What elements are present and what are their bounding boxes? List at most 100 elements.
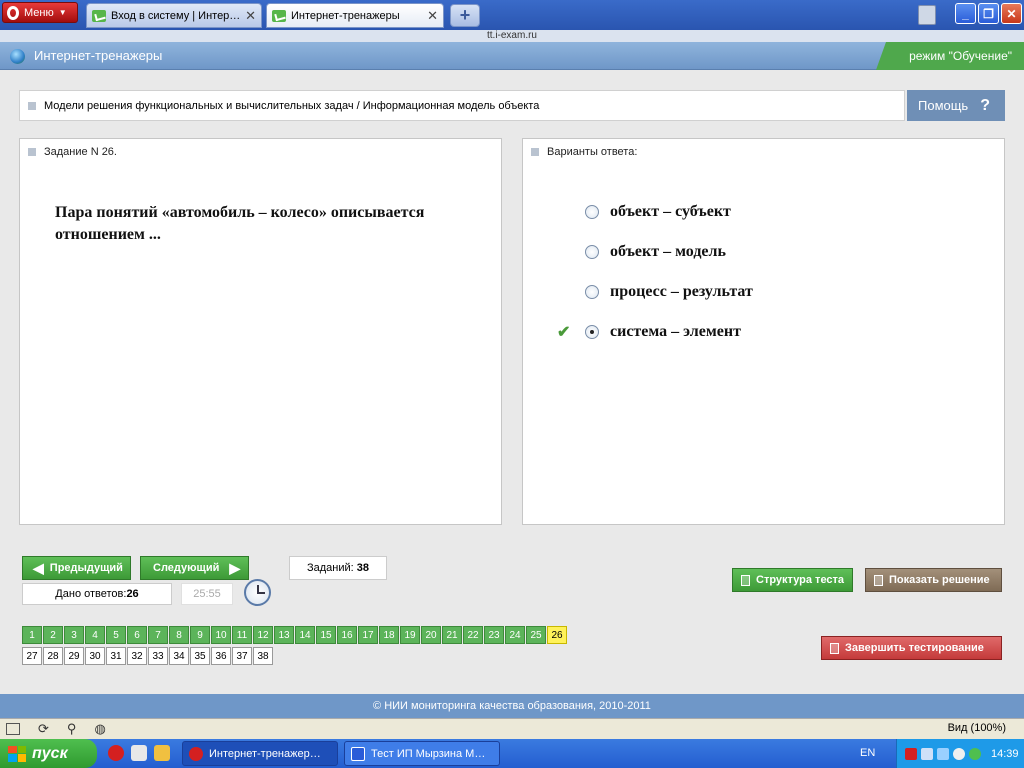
tasks-count-box: Заданий: 38 bbox=[289, 556, 387, 580]
question-number-14[interactable]: 14 bbox=[295, 626, 315, 644]
power-icon[interactable] bbox=[969, 747, 981, 760]
question-number-17[interactable]: 17 bbox=[358, 626, 378, 644]
question-number-33[interactable]: 33 bbox=[148, 647, 168, 665]
tab-trainers[interactable]: Интернет-тренажеры ✕ bbox=[266, 3, 444, 28]
clock-quicklaunch-icon[interactable] bbox=[154, 745, 170, 761]
save-quicklaunch-icon[interactable] bbox=[131, 745, 147, 761]
opera-menu-button[interactable]: Меню ▼ bbox=[2, 2, 78, 23]
share-icon[interactable]: ⚲ bbox=[67, 721, 77, 737]
monitor-icon[interactable] bbox=[937, 747, 949, 760]
show-solution-label: Показать решение bbox=[889, 574, 990, 586]
breadcrumb: Модели решения функциональных и вычислит… bbox=[19, 90, 905, 121]
show-solution-button[interactable]: Показать решение bbox=[865, 568, 1002, 592]
network-icon[interactable] bbox=[921, 747, 933, 760]
question-number-10[interactable]: 10 bbox=[211, 626, 231, 644]
question-number-28[interactable]: 28 bbox=[43, 647, 63, 665]
question-number-32[interactable]: 32 bbox=[127, 647, 147, 665]
question-number-4[interactable]: 4 bbox=[85, 626, 105, 644]
question-number-22[interactable]: 22 bbox=[463, 626, 483, 644]
maximize-button[interactable]: ❐ bbox=[978, 3, 999, 24]
answer-option[interactable]: процесс – результат bbox=[523, 281, 1003, 303]
question-number-29[interactable]: 29 bbox=[64, 647, 84, 665]
copyright-footer: © НИИ мониторинга качества образования, … bbox=[0, 694, 1024, 718]
question-number-7[interactable]: 7 bbox=[148, 626, 168, 644]
question-number-3[interactable]: 3 bbox=[64, 626, 84, 644]
mode-badge: режим "Обучение" bbox=[876, 42, 1024, 70]
question-number-38[interactable]: 38 bbox=[253, 647, 273, 665]
taskbar-item-browser[interactable]: Интернет-тренажер… bbox=[182, 741, 338, 766]
help-button[interactable]: Помощь ? bbox=[907, 90, 1005, 121]
chevron-down-icon: ▼ bbox=[58, 8, 67, 17]
prev-button[interactable]: ◀ Предыдущий bbox=[22, 556, 131, 580]
question-number-37[interactable]: 37 bbox=[232, 647, 252, 665]
opera-icon bbox=[189, 746, 203, 761]
answer-text[interactable]: система – элемент bbox=[610, 323, 741, 341]
close-window-button[interactable]: ✕ bbox=[1001, 3, 1022, 24]
answer-text[interactable]: процесс – результат bbox=[610, 283, 753, 301]
windows-taskbar: пуск Интернет-тренажер… Тест ИП Мырзина … bbox=[0, 739, 1024, 768]
question-number-19[interactable]: 19 bbox=[400, 626, 420, 644]
question-number-20[interactable]: 20 bbox=[421, 626, 441, 644]
finish-test-button[interactable]: Завершить тестирование bbox=[821, 636, 1002, 660]
app-title: Интернет-тренажеры bbox=[34, 48, 163, 63]
prev-label: Предыдущий bbox=[49, 562, 123, 574]
question-number-24[interactable]: 24 bbox=[505, 626, 525, 644]
question-number-16[interactable]: 16 bbox=[337, 626, 357, 644]
close-tab-icon[interactable]: ✕ bbox=[245, 8, 256, 24]
turbo-icon[interactable]: ◍ bbox=[94, 721, 105, 737]
answer-text[interactable]: объект – модель bbox=[610, 243, 726, 261]
question-number-1[interactable]: 1 bbox=[22, 626, 42, 644]
url-display: tt.i-exam.ru bbox=[0, 30, 1024, 42]
question-number-25[interactable]: 25 bbox=[526, 626, 546, 644]
finish-label: Завершить тестирование bbox=[845, 642, 984, 654]
radio-button-selected[interactable] bbox=[585, 325, 599, 339]
question-number-8[interactable]: 8 bbox=[169, 626, 189, 644]
answer-option[interactable]: объект – модель bbox=[523, 241, 1003, 263]
new-tab-button[interactable]: + bbox=[450, 4, 480, 27]
close-tab-icon[interactable]: ✕ bbox=[427, 8, 438, 24]
question-number-13[interactable]: 13 bbox=[274, 626, 294, 644]
radio-button[interactable] bbox=[585, 245, 599, 259]
bullet-square-icon bbox=[28, 148, 36, 156]
question-number-26[interactable]: 26 bbox=[547, 626, 567, 644]
answers-panel-header: Варианты ответа: bbox=[531, 146, 637, 158]
question-number-35[interactable]: 35 bbox=[190, 647, 210, 665]
panel-toggle-icon[interactable] bbox=[6, 723, 20, 735]
task-panel: Задание N 26. Пара понятий «автомобиль –… bbox=[19, 138, 502, 525]
question-number-18[interactable]: 18 bbox=[379, 626, 399, 644]
question-number-34[interactable]: 34 bbox=[169, 647, 189, 665]
tab-login[interactable]: Вход в систему | Интер… ✕ bbox=[86, 3, 262, 28]
answer-option-selected[interactable]: ✔ система – элемент bbox=[523, 321, 1003, 343]
start-label: пуск bbox=[32, 744, 68, 762]
taskbar-item-word[interactable]: Тест ИП Мырзина М… bbox=[344, 741, 500, 766]
answer-option[interactable]: объект – субъект bbox=[523, 201, 1003, 223]
trash-icon[interactable] bbox=[918, 5, 936, 25]
radio-button[interactable] bbox=[585, 285, 599, 299]
question-number-2[interactable]: 2 bbox=[43, 626, 63, 644]
antivirus-icon[interactable] bbox=[905, 747, 917, 760]
sync-icon[interactable]: ⟳ bbox=[38, 721, 49, 737]
test-structure-button[interactable]: Структура теста bbox=[732, 568, 853, 592]
question-number-21[interactable]: 21 bbox=[442, 626, 462, 644]
question-number-15[interactable]: 15 bbox=[316, 626, 336, 644]
question-grid-row-2: 27 28 29 30 31 32 33 34 35 36 37 38 bbox=[22, 647, 274, 665]
language-indicator[interactable]: EN bbox=[860, 747, 875, 759]
question-number-23[interactable]: 23 bbox=[484, 626, 504, 644]
minimize-button[interactable]: _ bbox=[955, 3, 976, 24]
radio-button[interactable] bbox=[585, 205, 599, 219]
answer-text[interactable]: объект – субъект bbox=[610, 203, 731, 221]
question-number-36[interactable]: 36 bbox=[211, 647, 231, 665]
settings-icon[interactable] bbox=[953, 747, 965, 760]
zoom-level[interactable]: Вид (100%) bbox=[948, 722, 1006, 734]
question-number-11[interactable]: 11 bbox=[232, 626, 252, 644]
opera-quicklaunch-icon[interactable] bbox=[108, 745, 124, 761]
start-button[interactable]: пуск bbox=[0, 739, 97, 768]
question-number-6[interactable]: 6 bbox=[127, 626, 147, 644]
question-number-12[interactable]: 12 bbox=[253, 626, 273, 644]
question-number-27[interactable]: 27 bbox=[22, 647, 42, 665]
question-number-9[interactable]: 9 bbox=[190, 626, 210, 644]
next-button[interactable]: Следующий ▶ bbox=[140, 556, 249, 580]
question-number-30[interactable]: 30 bbox=[85, 647, 105, 665]
question-number-5[interactable]: 5 bbox=[106, 626, 126, 644]
question-number-31[interactable]: 31 bbox=[106, 647, 126, 665]
